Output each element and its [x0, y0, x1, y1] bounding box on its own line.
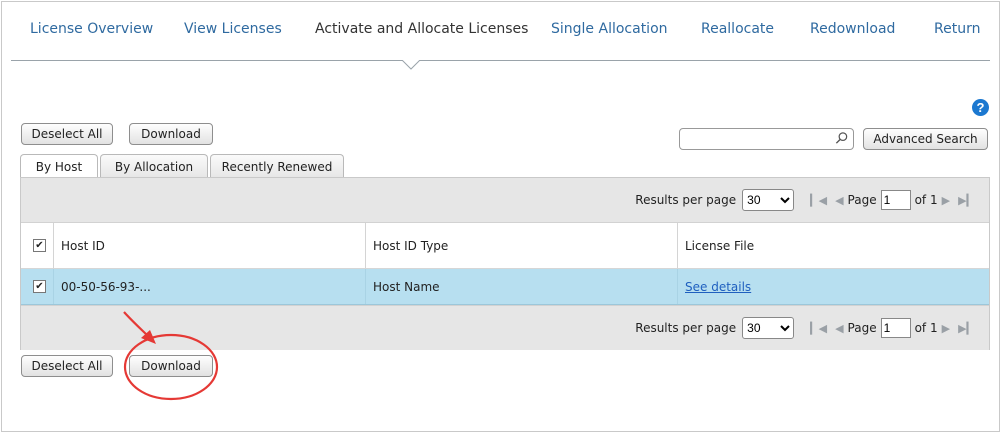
deselect-all-button-bottom[interactable]: Deselect All	[21, 355, 113, 377]
search-icon[interactable]	[834, 131, 849, 146]
advanced-search-button[interactable]: Advanced Search	[863, 128, 988, 150]
cell-host-id: 00-50-56-93-...	[61, 279, 151, 294]
deselect-all-button-top[interactable]: Deselect All	[21, 123, 113, 145]
page-label: Page	[847, 321, 877, 335]
download-button-bottom[interactable]: Download	[129, 355, 213, 377]
tab-activate-allocate[interactable]: Activate and Allocate Licenses	[315, 21, 528, 37]
tab-license-overview[interactable]: License Overview	[30, 21, 153, 37]
active-tab-indicator	[402, 60, 420, 70]
pager-toolbar-bottom: Results per page 30 ▎◀ ◀ Page of 1 ▶ ▶▎	[21, 305, 989, 350]
select-all-checkbox[interactable]: ✔	[33, 239, 46, 252]
search-field[interactable]	[679, 128, 854, 150]
page-count: of 1	[914, 193, 938, 207]
page-count: of 1	[914, 321, 938, 335]
help-icon[interactable]: ?	[972, 99, 989, 116]
search-input[interactable]	[684, 130, 838, 150]
column-header-host-id[interactable]: Host ID	[53, 223, 365, 268]
tab-recently-renewed[interactable]: Recently Renewed	[210, 154, 344, 178]
last-page-icon[interactable]: ▶▎	[958, 322, 975, 335]
tab-view-licenses[interactable]: View Licenses	[184, 21, 282, 37]
tab-reallocate[interactable]: Reallocate	[701, 21, 774, 37]
column-header-license-file[interactable]: License File	[677, 223, 977, 268]
results-per-page-select[interactable]: 30	[742, 189, 795, 211]
pager-bottom: Results per page 30 ▎◀ ◀ Page of 1 ▶ ▶▎	[635, 317, 979, 339]
pager-top: Results per page 30 ▎◀ ◀ Page of 1 ▶ ▶▎	[635, 189, 979, 211]
tab-single-allocation[interactable]: Single Allocation	[551, 21, 668, 37]
see-details-link[interactable]: See details	[685, 280, 751, 294]
column-header-host-id-type[interactable]: Host ID Type	[365, 223, 677, 268]
prev-page-icon[interactable]: ◀	[835, 194, 843, 207]
page-number-input[interactable]	[880, 190, 911, 210]
next-page-icon[interactable]: ▶	[942, 322, 950, 335]
prev-page-icon[interactable]: ◀	[835, 322, 843, 335]
license-grid: Results per page 30 ▎◀ ◀ Page of 1 ▶ ▶▎ …	[20, 177, 990, 350]
next-page-icon[interactable]: ▶	[942, 194, 950, 207]
first-page-icon[interactable]: ▎◀	[810, 194, 827, 207]
cell-host-id-type: Host Name	[373, 279, 440, 294]
tab-by-host[interactable]: By Host	[20, 154, 98, 179]
nav-divider	[11, 60, 990, 61]
pager-toolbar-top: Results per page 30 ▎◀ ◀ Page of 1 ▶ ▶▎	[21, 178, 989, 223]
results-per-page-label: Results per page	[635, 321, 737, 335]
results-per-page-select[interactable]: 30	[742, 317, 795, 339]
row-checkbox[interactable]: ✔	[33, 280, 46, 293]
results-per-page-label: Results per page	[635, 193, 737, 207]
tab-redownload[interactable]: Redownload	[810, 21, 895, 37]
cell-license-file: See details	[677, 269, 977, 304]
table-header: ✔ Host ID Host ID Type License File	[21, 223, 989, 269]
first-page-icon[interactable]: ▎◀	[810, 322, 827, 335]
tab-return[interactable]: Return	[934, 21, 980, 37]
tab-by-allocation[interactable]: By Allocation	[100, 154, 208, 178]
page-number-input[interactable]	[880, 318, 911, 338]
last-page-icon[interactable]: ▶▎	[958, 194, 975, 207]
top-nav: License Overview View Licenses Activate …	[0, 0, 1003, 60]
select-all-cell: ✔	[25, 223, 55, 268]
download-button-top[interactable]: Download	[129, 123, 213, 145]
row-select-cell: ✔	[25, 269, 55, 304]
table-row[interactable]: ✔ 00-50-56-93-... Host Name See details	[21, 269, 989, 305]
page-label: Page	[847, 193, 877, 207]
